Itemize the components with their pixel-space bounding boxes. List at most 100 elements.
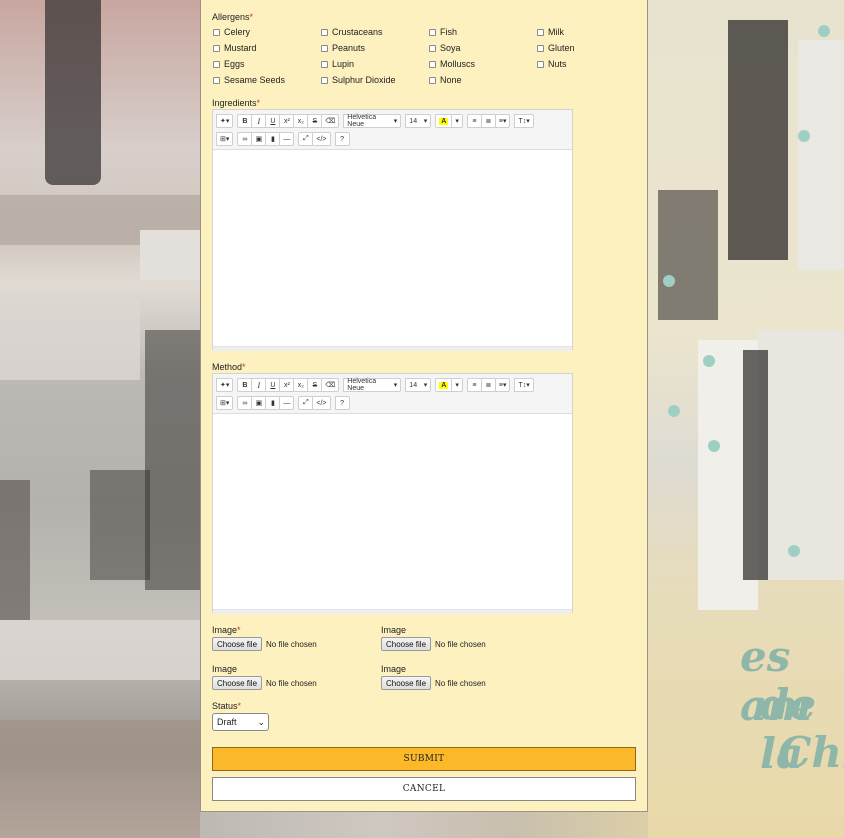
italic-button[interactable]: I — [251, 114, 267, 128]
checkbox-milk[interactable] — [537, 28, 544, 36]
ingredients-toolbar: ✦▾ B I U x² x₂ S ⌫ Helvetica Neue ▾ 14 ▾ A… — [213, 110, 572, 150]
checkbox-sulphur-dioxide[interactable] — [321, 76, 328, 84]
highlight-color-button[interactable]: A — [435, 114, 453, 128]
allergen-crustaceans[interactable]: Crustaceans — [321, 26, 383, 38]
cancel-button[interactable]: CANCEL — [212, 777, 636, 801]
help-button[interactable]: ? — [334, 396, 350, 410]
font-size-dropdown[interactable]: 14 ▾ — [405, 114, 432, 128]
method-textarea[interactable] — [213, 414, 572, 609]
bold-button[interactable]: B — [237, 378, 253, 392]
bold-button[interactable]: B — [237, 114, 253, 128]
checkbox-sesame-seeds[interactable] — [213, 76, 220, 84]
checkbox-gluten[interactable] — [537, 44, 544, 52]
ingredients-textarea[interactable] — [213, 150, 572, 346]
checkbox-peanuts[interactable] — [321, 44, 328, 52]
image-4-input[interactable]: Choose file No file chosen — [381, 676, 486, 690]
link-icon[interactable]: ∞ — [237, 132, 253, 146]
method-editor: ✦▾ B I U x² x₂ S ⌫ Helvetica Neue ▾ 14 ▾ A… — [212, 373, 573, 614]
image-icon[interactable]: ▣ — [251, 396, 267, 410]
underline-button[interactable]: U — [265, 378, 281, 392]
choose-file-button[interactable]: Choose file — [212, 637, 263, 651]
link-icon[interactable]: ∞ — [237, 396, 253, 410]
text-height-icon[interactable]: T↕▾ — [514, 114, 534, 128]
fullscreen-icon[interactable]: ⤢ — [298, 396, 314, 410]
strikethrough-button[interactable]: S — [307, 114, 323, 128]
allergen-lupin[interactable]: Lupin — [321, 58, 354, 70]
status-select[interactable]: Draft ⌄ — [212, 713, 269, 731]
unordered-list-icon[interactable]: ≡ — [466, 378, 482, 392]
checkbox-soya[interactable] — [429, 44, 436, 52]
italic-button[interactable]: I — [251, 378, 267, 392]
allergens-label: Allergens* — [212, 12, 254, 22]
code-view-button[interactable]: </> — [312, 132, 331, 146]
color-dropdown-icon[interactable]: ▾ — [451, 378, 463, 392]
underline-button[interactable]: U — [265, 114, 281, 128]
checkbox-nuts[interactable] — [537, 60, 544, 68]
subscript-button[interactable]: x₂ — [293, 114, 309, 128]
font-name-dropdown[interactable]: Helvetica Neue ▾ — [343, 378, 402, 392]
horizontal-rule-icon[interactable]: — — [279, 396, 295, 410]
allergen-fish[interactable]: Fish — [429, 26, 457, 38]
allergen-nuts[interactable]: Nuts — [537, 58, 567, 70]
checkbox-celery[interactable] — [213, 28, 220, 36]
subscript-button[interactable]: x₂ — [293, 378, 309, 392]
allergen-celery[interactable]: Celery — [213, 26, 250, 38]
image-3-input[interactable]: Choose file No file chosen — [212, 676, 317, 690]
allergen-molluscs[interactable]: Molluscs — [429, 58, 475, 70]
image-icon[interactable]: ▣ — [251, 132, 267, 146]
superscript-button[interactable]: x² — [279, 114, 295, 128]
allergen-gluten[interactable]: Gluten — [537, 42, 575, 54]
method-resize-bar[interactable] — [213, 609, 572, 614]
superscript-button[interactable]: x² — [279, 378, 295, 392]
checkbox-mustard[interactable] — [213, 44, 220, 52]
ingredients-resize-bar[interactable] — [213, 346, 572, 351]
allergen-peanuts[interactable]: Peanuts — [321, 42, 365, 54]
method-toolbar: ✦▾ B I U x² x₂ S ⌫ Helvetica Neue ▾ 14 ▾ A… — [213, 374, 572, 414]
table-icon[interactable]: ⊞▾ — [216, 396, 234, 410]
eraser-icon[interactable]: ⌫ — [321, 114, 340, 128]
strikethrough-button[interactable]: S — [307, 378, 323, 392]
image-2-input[interactable]: Choose file No file chosen — [381, 637, 486, 651]
font-name-dropdown[interactable]: Helvetica Neue ▾ — [343, 114, 402, 128]
background-left — [0, 0, 200, 838]
allergen-eggs[interactable]: Eggs — [213, 58, 245, 70]
submit-button[interactable]: SUBMIT — [212, 747, 636, 771]
eraser-icon[interactable]: ⌫ — [321, 378, 340, 392]
unordered-list-icon[interactable]: ≡ — [466, 114, 482, 128]
highlight-color-button[interactable]: A — [435, 378, 453, 392]
checkbox-none[interactable] — [429, 76, 436, 84]
checkbox-eggs[interactable] — [213, 60, 220, 68]
image-1-input[interactable]: Choose file No file chosen — [212, 637, 317, 651]
video-icon[interactable]: ▮ — [265, 396, 281, 410]
color-dropdown-icon[interactable]: ▾ — [451, 114, 463, 128]
ordered-list-icon[interactable]: ≣ — [480, 114, 496, 128]
checkbox-fish[interactable] — [429, 28, 436, 36]
choose-file-button[interactable]: Choose file — [212, 676, 263, 690]
checkbox-molluscs[interactable] — [429, 60, 436, 68]
allergen-milk[interactable]: Milk — [537, 26, 564, 38]
table-icon[interactable]: ⊞▾ — [216, 132, 234, 146]
allergen-sesame-seeds[interactable]: Sesame Seeds — [213, 74, 285, 86]
align-dropdown-icon[interactable]: ≡▾ — [494, 378, 511, 392]
help-button[interactable]: ? — [334, 132, 350, 146]
text-height-icon[interactable]: T↕▾ — [514, 378, 534, 392]
file-status: No file chosen — [435, 639, 486, 649]
choose-file-button[interactable]: Choose file — [381, 637, 432, 651]
magic-wand-icon[interactable]: ✦▾ — [216, 378, 234, 392]
allergen-none[interactable]: None — [429, 74, 462, 86]
align-dropdown-icon[interactable]: ≡▾ — [494, 114, 511, 128]
image-2-label: Image — [381, 625, 407, 635]
magic-wand-icon[interactable]: ✦▾ — [216, 114, 234, 128]
allergen-mustard[interactable]: Mustard — [213, 42, 257, 54]
checkbox-crustaceans[interactable] — [321, 28, 328, 36]
ordered-list-icon[interactable]: ≣ — [480, 378, 496, 392]
choose-file-button[interactable]: Choose file — [381, 676, 432, 690]
font-size-dropdown[interactable]: 14 ▾ — [405, 378, 432, 392]
allergen-sulphur-dioxide[interactable]: Sulphur Dioxide — [321, 74, 396, 86]
checkbox-lupin[interactable] — [321, 60, 328, 68]
horizontal-rule-icon[interactable]: — — [279, 132, 295, 146]
fullscreen-icon[interactable]: ⤢ — [298, 132, 314, 146]
video-icon[interactable]: ▮ — [265, 132, 281, 146]
code-view-button[interactable]: </> — [312, 396, 331, 410]
allergen-soya[interactable]: Soya — [429, 42, 461, 54]
